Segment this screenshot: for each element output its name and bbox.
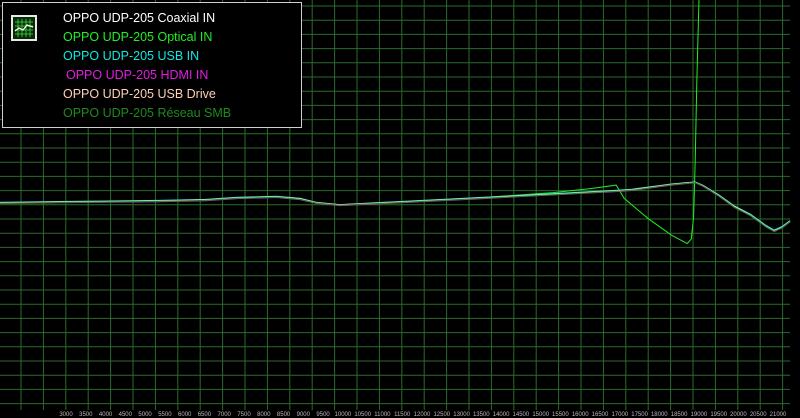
x-tick-label: 19500 — [710, 412, 727, 418]
x-tick-label: 8000 — [257, 412, 271, 418]
x-tick-label: 4500 — [119, 412, 133, 418]
x-tick-label: 18000 — [651, 412, 668, 418]
x-tick-label: 12000 — [414, 412, 431, 418]
legend-entry: OPPO UDP-205 Coaxial IN — [63, 11, 216, 25]
series-line-5 — [0, 181, 791, 232]
x-tick-label: 18500 — [671, 412, 688, 418]
legend-entry: OPPO UDP-205 Optical IN — [63, 30, 213, 44]
series-line-6 — [0, 181, 791, 232]
x-tick-label: 6500 — [198, 412, 212, 418]
legend-box: OPPO UDP-205 Coaxial IN OPPO UDP-205 Opti… — [2, 2, 302, 128]
x-tick-label: 17000 — [611, 412, 628, 418]
x-tick-label: 10500 — [354, 412, 371, 418]
series-line-1 — [0, 181, 791, 232]
x-tick-label: 7000 — [218, 412, 232, 418]
x-tick-label: 5000 — [138, 412, 152, 418]
series-line-4 — [0, 182, 791, 233]
x-tick-label: 9500 — [316, 412, 330, 418]
x-tick-label: 16000 — [572, 412, 589, 418]
x-tick-label: 17500 — [631, 412, 648, 418]
x-tick-label: 11500 — [394, 412, 411, 418]
x-tick-label: 9000 — [297, 412, 311, 418]
tick-labels: 3000 3500 4000 4500 5000 5500 6000 6500 7000 7500… — [59, 412, 787, 418]
x-tick-label: 3500 — [79, 412, 93, 418]
x-tick-label: 4000 — [99, 412, 113, 418]
x-tick-label: 3000 — [59, 412, 73, 418]
legend-entry: OPPO UDP-205 Réseau SMB — [63, 106, 232, 120]
x-tick-label: 12500 — [433, 412, 450, 418]
x-tick-label: 8500 — [277, 412, 291, 418]
x-tick-label: 20500 — [750, 412, 767, 418]
legend-entry: OPPO UDP-205 HDMI IN — [66, 68, 209, 82]
series-line-3 — [0, 181, 791, 231]
x-tick-label: 14000 — [493, 412, 510, 418]
x-tick-label: 14500 — [513, 412, 530, 418]
legend-entry: OPPO UDP-205 USB Drive — [63, 87, 216, 101]
x-tick-label: 15000 — [532, 412, 549, 418]
x-tick-label: 19000 — [691, 412, 708, 418]
legend-entries: OPPO UDP-205 Coaxial IN OPPO UDP-205 Opti… — [63, 9, 231, 123]
x-tick-label: 10000 — [335, 412, 352, 418]
x-tick-label: 7500 — [237, 412, 251, 418]
x-tick-label: 5500 — [158, 412, 172, 418]
x-tick-label: 13000 — [453, 412, 470, 418]
graph-window-icon[interactable] — [11, 15, 37, 41]
x-tick-label: 20000 — [730, 412, 747, 418]
x-tick-label: 15500 — [552, 412, 569, 418]
x-tick-label: 11000 — [374, 412, 391, 418]
x-tick-label: 16500 — [592, 412, 609, 418]
x-tick-label: 6000 — [178, 412, 192, 418]
x-tick-label: 13500 — [473, 412, 490, 418]
legend-entry: OPPO UDP-205 USB IN — [63, 49, 200, 63]
x-tick-label: 21000 — [770, 412, 787, 418]
